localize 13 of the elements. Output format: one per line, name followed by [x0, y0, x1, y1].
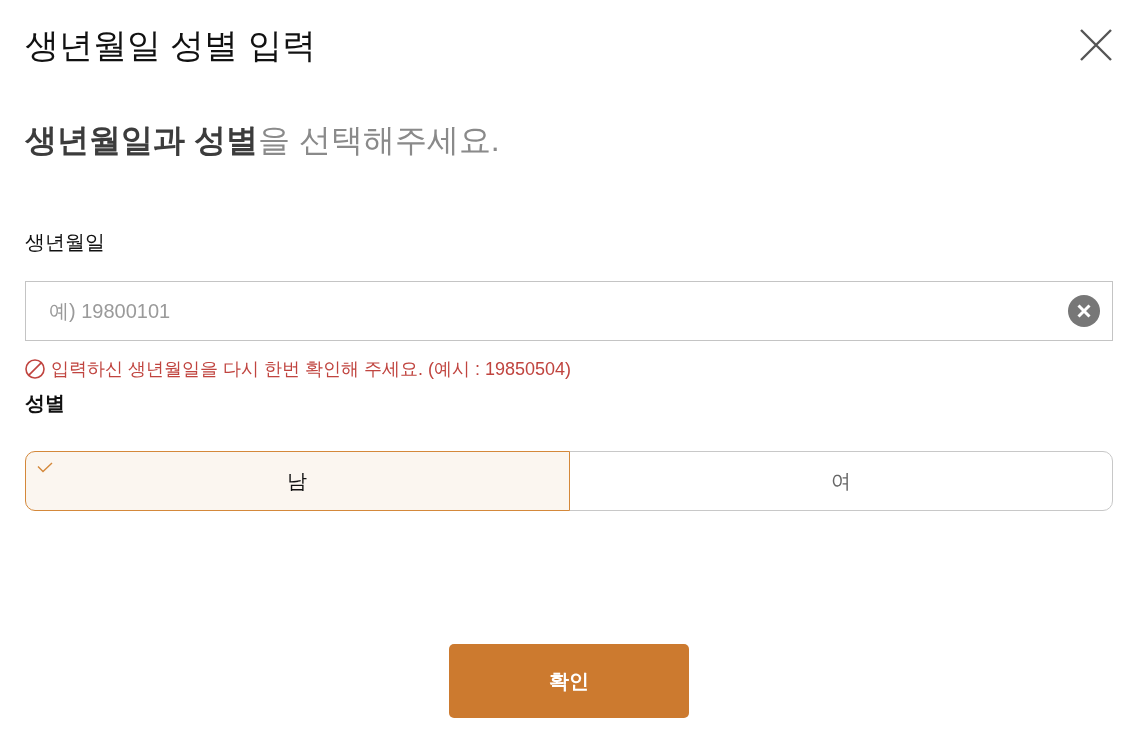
birthdate-input[interactable]: 예) 19800101 [25, 281, 1113, 341]
clear-icon[interactable] [1068, 295, 1100, 327]
prohibited-icon [25, 359, 45, 379]
error-message: 입력하신 생년월일을 다시 한번 확인해 주세요. (예시 : 19850504) [51, 358, 572, 381]
dialog-heading: 생년월일과 성별을 선택해주세요. [25, 121, 500, 160]
close-icon[interactable] [1080, 29, 1112, 61]
confirm-button[interactable]: 확인 [449, 644, 689, 718]
gender-option[interactable]: 남 [25, 451, 570, 511]
birthdate-label: 생년월일 [25, 230, 105, 255]
gender-label: 성별 [25, 391, 65, 416]
dialog-title: 생년월일 성별 입력 [25, 25, 316, 66]
check-icon [37, 462, 53, 473]
gender-option[interactable]: 여 [568, 451, 1113, 511]
